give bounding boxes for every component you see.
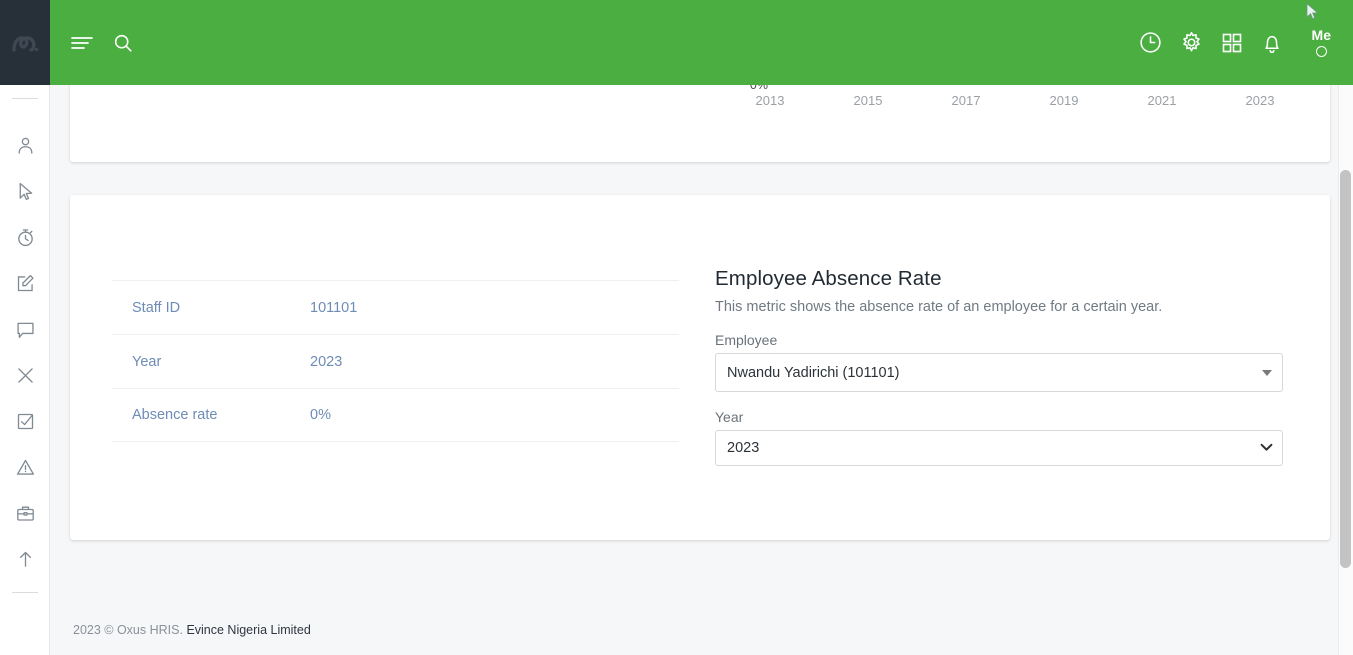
upload-icon [19,551,31,567]
employee-select-value: Nwandu Yadirichi (101101) [727,364,900,381]
year-field-label: Year [715,409,744,425]
sidebar-item-uploads[interactable] [0,536,50,582]
app-root: Me 0% 2013 2015 2017 2019 2021 2023 Staf… [0,0,1353,655]
sidebar-item-messages[interactable] [0,306,50,352]
sidebar-item-employees[interactable] [0,122,50,168]
table-cell-value: 101101 [310,299,358,316]
page-content: 0% 2013 2015 2017 2019 2021 2023 Staff I… [50,85,1353,655]
sidebar-item-disciplinary[interactable] [0,444,50,490]
close-x-icon [17,367,33,383]
table-row: Absence rate 0% [112,388,679,442]
employee-field-label: Employee [715,332,778,348]
menu-toggle-button[interactable] [70,33,94,53]
metric-result-table: Staff ID 101101 Year 2023 Absence rate 0… [112,280,679,442]
page-description: This metric shows the absence rate of an… [715,299,1163,315]
warning-icon [16,459,34,475]
app-logo[interactable] [0,0,50,85]
oxus-logo-icon [12,35,39,52]
sidebar-items [0,122,50,582]
chart-x-tick: 2019 [1049,93,1079,108]
search-icon [114,34,132,52]
employee-select[interactable]: Nwandu Yadirichi (101101) [715,353,1283,392]
sidebar-item-appraisals[interactable] [0,260,50,306]
chart-x-tick: 2023 [1245,93,1275,108]
notifications-button[interactable] [1260,31,1284,55]
sidebar [0,0,50,655]
chevron-down-icon [1260,440,1273,456]
chevron-down-icon [1262,369,1272,376]
sidebar-item-exits[interactable] [0,352,50,398]
chart-x-tick: 2013 [755,93,785,108]
user-menu-label: Me [1311,27,1331,43]
chat-icon [16,322,34,338]
clock-icon [1139,32,1161,53]
checkbox-icon [17,413,33,429]
table-cell-value: 2023 [310,353,343,370]
bell-icon [1264,35,1279,53]
page-scrollbar-thumb[interactable] [1340,170,1351,568]
year-select-value: 2023 [727,440,760,456]
hamburger-icon [71,36,93,49]
user-menu[interactable]: Me [1300,28,1341,57]
sidebar-item-time-tracking[interactable] [0,214,50,260]
top-navbar: Me [50,0,1353,85]
navbar-right-group: Me [1138,0,1341,85]
page-title: Employee Absence Rate [715,267,942,290]
sidebar-divider-top [12,98,38,99]
gear-icon [1182,31,1200,52]
chart-y-tick-0: 0% [749,85,768,92]
absence-trend-card: 0% 2013 2015 2017 2019 2021 2023 [70,85,1330,162]
grid-apps-icon [1222,33,1241,52]
table-row: Staff ID 101101 [112,280,679,334]
sidebar-item-recruitment[interactable] [0,168,50,214]
table-cell-key: Year [132,353,162,370]
chart-x-tick: 2021 [1147,93,1177,108]
sidebar-item-tasks[interactable] [0,398,50,444]
cursor-icon [19,182,32,200]
search-button[interactable] [112,32,134,54]
table-cell-key: Absence rate [132,407,218,423]
footer-copyright: 2023 © Oxus HRIS. [73,623,183,637]
year-select[interactable]: 2023 [715,430,1283,466]
sidebar-item-jobs[interactable] [0,490,50,536]
sidebar-divider-bottom [12,592,38,593]
stopwatch-icon [17,228,33,246]
chart-x-tick: 2017 [951,93,981,108]
apps-button[interactable] [1220,31,1244,55]
footer-company: Evince Nigeria Limited [186,623,311,637]
table-cell-key: Staff ID [132,299,181,316]
avatar [1315,46,1327,57]
chart-x-axis: 2013 2015 2017 2019 2021 2023 [70,93,1330,113]
edit-square-icon [17,274,34,291]
table-cell-value: 0% [310,407,331,423]
settings-button[interactable] [1179,30,1204,55]
footer: 2023 © Oxus HRIS. Evince Nigeria Limited [50,605,1353,655]
table-row: Year 2023 [112,334,679,388]
history-button[interactable] [1138,30,1163,55]
navbar-left-group [70,0,134,85]
briefcase-icon [16,506,34,521]
metric-query-form: Employee Absence Rate This metric shows … [715,267,1285,466]
absence-trend-chart: 0% 2013 2015 2017 2019 2021 2023 [70,85,1330,162]
employee-absence-rate-card: Staff ID 101101 Year 2023 Absence rate 0… [70,195,1330,540]
user-icon [18,137,32,154]
chart-x-tick: 2015 [853,93,883,108]
